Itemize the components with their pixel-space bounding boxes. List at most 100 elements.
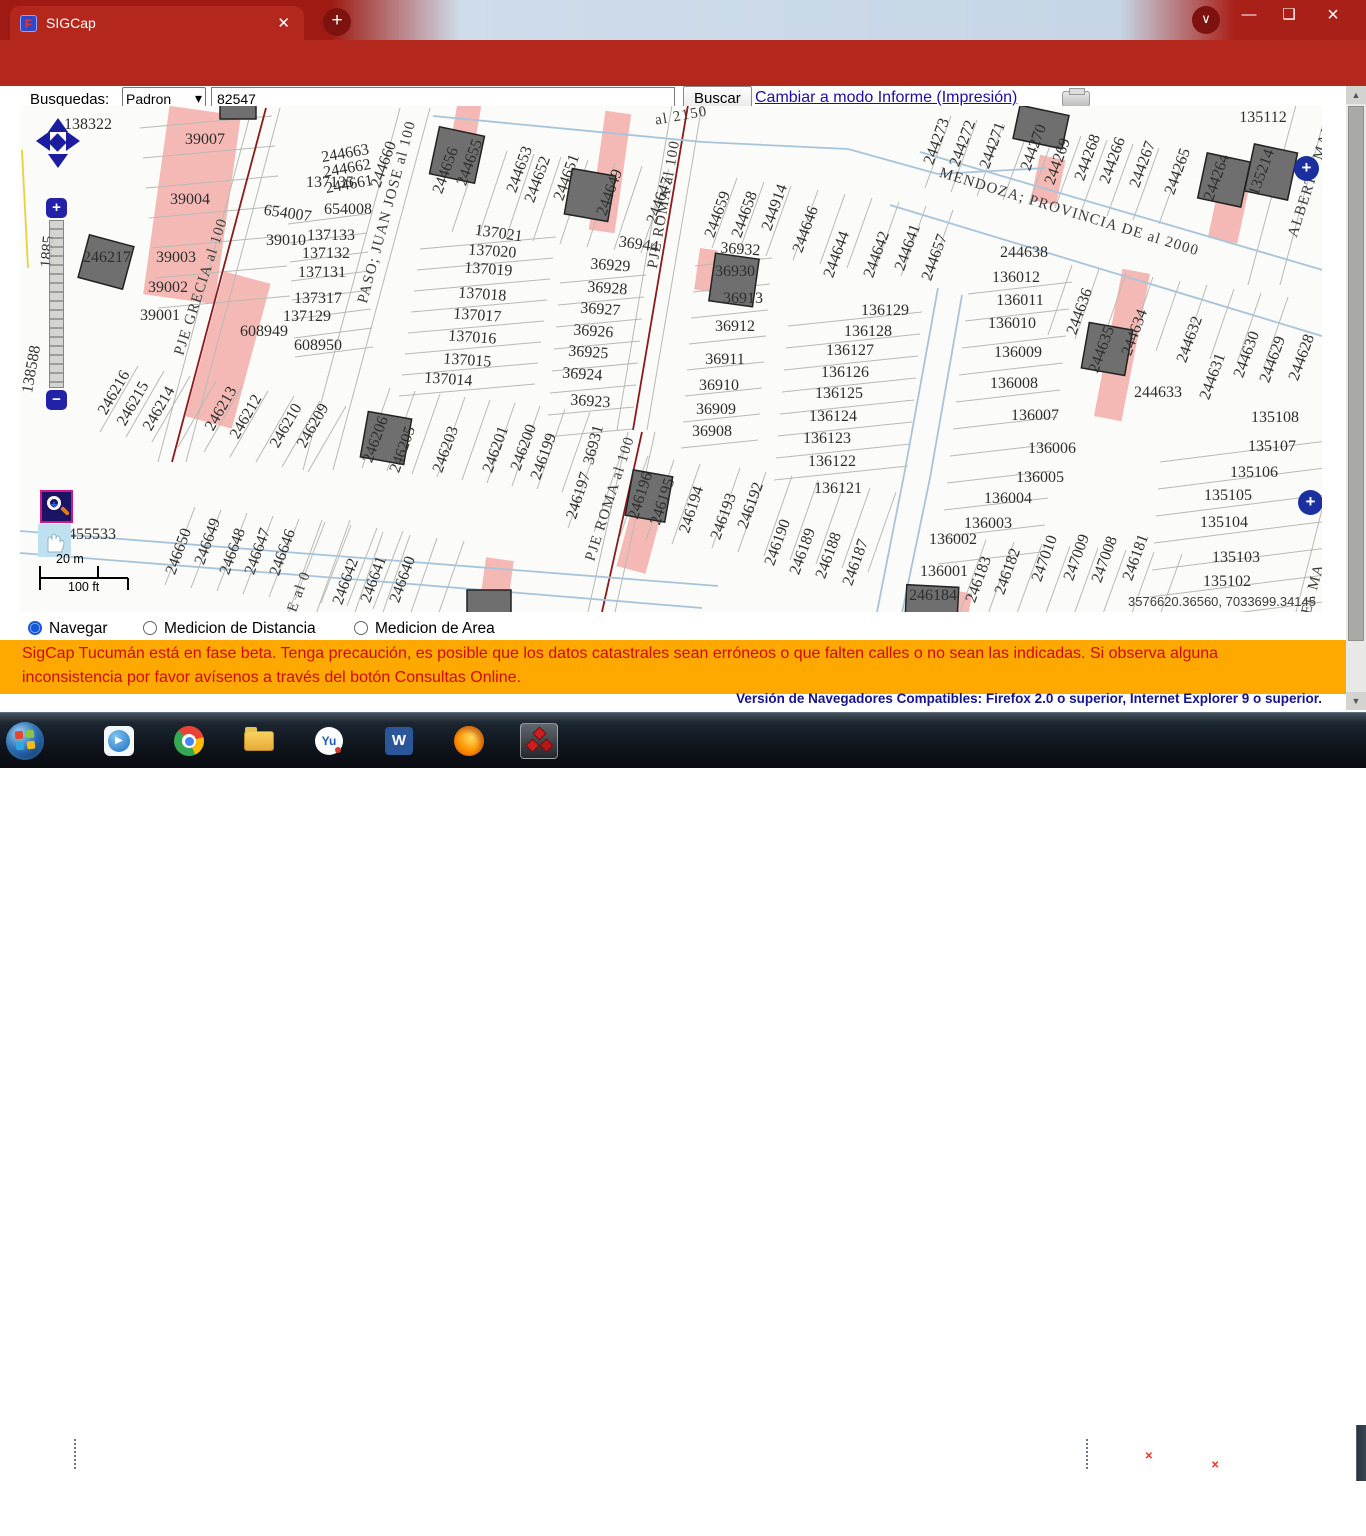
magnifier-handle-icon — [60, 506, 70, 516]
yu-app-icon[interactable]: Yu — [310, 723, 348, 759]
battery-icon[interactable]: ✕ — [1133, 1447, 1154, 1465]
maximize-overlay-plus-icon[interactable]: + — [1294, 156, 1319, 181]
volume-icon[interactable] — [1167, 1447, 1187, 1468]
pan-right-icon[interactable] — [66, 131, 80, 151]
parcel-label: 135104 — [1200, 514, 1248, 531]
parcel-label: 136002 — [929, 531, 977, 548]
tab-title: SIGCap — [46, 15, 96, 31]
action-center-flag-icon[interactable]: ⚑ ✕ — [1197, 1447, 1219, 1471]
parcel-label: 36928 — [587, 279, 628, 299]
sigcap-page: Busquedas: Padron ▾ Buscar Cambiar a mod… — [0, 86, 1346, 712]
browser-toolbar: ← → ↻ ⌂ ⚠ No es seguro | sigcap.no-ip.or… — [0, 40, 1366, 119]
word-icon[interactable]: W — [380, 723, 418, 759]
zoom-box-tool[interactable]: + — [40, 490, 73, 523]
new-tab-button[interactable]: + — [323, 8, 351, 36]
parcel-label: 36930 — [715, 263, 755, 280]
parcel-label: 135105 — [1204, 487, 1252, 504]
media-player-icon[interactable]: ▶ — [100, 723, 138, 759]
parcel-label: 608949 — [240, 323, 288, 340]
pan-center-icon[interactable] — [48, 133, 67, 152]
clock-date: 22/03/2024 — [1256, 1454, 1332, 1471]
parcel-label: 137018 — [458, 284, 507, 304]
radio-medicion-distancia[interactable]: Medicion de Distancia — [143, 620, 316, 638]
sigcap-favicon-icon: F — [20, 14, 37, 32]
parcel-label: 136127 — [826, 342, 874, 359]
network-signal-icon[interactable] — [1229, 1447, 1233, 1536]
parcel-label: 135103 — [1212, 549, 1260, 566]
browser-tab[interactable]: F SIGCap ✕ — [10, 6, 304, 40]
browser-compatibility-note: Versión de Navegadores Compatibles: Fire… — [736, 691, 1322, 706]
close-tab-icon[interactable]: ✕ — [273, 14, 294, 32]
parcel-label: 136007 — [1011, 407, 1059, 424]
zoom-slider[interactable] — [49, 220, 64, 388]
scale-feet-label: 100 ft — [68, 580, 100, 594]
radio-navegar[interactable]: Navegar — [28, 620, 108, 638]
parcel-label: 36923 — [570, 392, 611, 412]
minimize-button[interactable]: — — [1232, 2, 1266, 28]
parcel-label: 608950 — [294, 337, 342, 354]
parcel-label: 135102 — [1203, 573, 1251, 590]
tab-list-chevron-icon[interactable]: ∨ — [1192, 6, 1220, 34]
select-arrow-icon: ▾ — [194, 90, 202, 106]
clock-time: 17:58 — [1275, 1433, 1313, 1450]
radio-icon[interactable] — [143, 621, 157, 635]
radio-selected-icon[interactable] — [28, 621, 42, 635]
parcel-label: 136123 — [803, 430, 851, 447]
parcel-label: 455533 — [68, 526, 116, 543]
map-canvas[interactable]: 138322 39007 39004 39003 39002 39001 246217 137… — [20, 106, 1322, 612]
pan-down-icon[interactable] — [48, 154, 68, 168]
pan-up-icon[interactable] — [48, 118, 68, 132]
parcel-label: 135108 — [1251, 409, 1299, 426]
parcel-label: 36913 — [723, 290, 763, 307]
parcel-label: 135112 — [1239, 109, 1286, 126]
parcel-label: 135106 — [1230, 464, 1278, 481]
printer-icon — [1062, 88, 1090, 107]
scale-bar: 20 m 100 ft — [38, 552, 134, 598]
parcel-label: 39004 — [170, 191, 210, 208]
map-mode-bar: Navegar Medicion de Distancia Medicion d… — [0, 617, 1346, 641]
mouse-coordinates: 3576620.36560, 7033699.34145 — [1128, 594, 1316, 609]
scroll-up-icon[interactable]: ▲ — [1346, 86, 1366, 104]
zoom-out-button[interactable]: − — [46, 390, 67, 410]
start-button[interactable] — [6, 722, 44, 760]
parcel-label: 136010 — [988, 315, 1036, 332]
selected-parcel-rect — [466, 589, 512, 612]
pan-control[interactable] — [36, 118, 80, 196]
taskbar-clock[interactable]: 17:58 22/03/2024 — [1240, 1431, 1348, 1473]
parcel-label: 39003 — [156, 249, 196, 266]
parcel-label: 246184 — [909, 587, 957, 604]
zoom-in-button[interactable]: + — [46, 198, 67, 218]
parcel-label: 136001 — [920, 563, 968, 580]
firefox-icon[interactable] — [450, 723, 488, 759]
scroll-down-icon[interactable]: ▼ — [1346, 692, 1366, 710]
sigcap-app-icon[interactable] — [520, 723, 558, 759]
parcel-label: 39002 — [148, 279, 188, 296]
parcel-label: 36925 — [568, 343, 609, 363]
radio-medicion-area[interactable]: Medicion de Area — [354, 620, 495, 638]
parcel-label: 136124 — [809, 408, 857, 425]
parcel-label: 36927 — [580, 300, 621, 320]
parcel-label: 36932 — [720, 240, 761, 260]
language-indicator[interactable]: ES — [1093, 1443, 1113, 1460]
parcel-label: 39001 — [140, 307, 180, 324]
page-scrollbar[interactable]: ▲ ▼ — [1346, 86, 1366, 710]
parcel-label: 36908 — [692, 423, 732, 440]
scrollbar-thumb[interactable] — [1348, 106, 1364, 641]
parcel-label: 136122 — [808, 453, 856, 470]
radio-navegar-label: Navegar — [49, 620, 108, 637]
file-explorer-icon[interactable] — [240, 723, 278, 759]
chrome-icon[interactable] — [170, 723, 208, 759]
parcel-label: 654008 — [324, 201, 372, 218]
informe-link[interactable]: Cambiar a modo Informe (Impresión) — [755, 89, 1017, 107]
radio-area-label: Medicion de Area — [375, 620, 495, 637]
show-desktop-button[interactable] — [1356, 1425, 1366, 1481]
parcel-label: 135107 — [1248, 438, 1296, 455]
maximize-overlay-plus-icon[interactable]: + — [1298, 490, 1322, 515]
close-window-button[interactable]: × — [1316, 2, 1350, 28]
radio-distancia-label: Medicion de Distancia — [164, 620, 316, 637]
maximize-button[interactable]: ❑ — [1272, 2, 1306, 28]
radio-icon[interactable] — [354, 621, 368, 635]
magnifier-icon: + — [47, 496, 61, 512]
parcel-label: 137129 — [283, 308, 331, 325]
parcel-label: 136121 — [814, 480, 862, 497]
